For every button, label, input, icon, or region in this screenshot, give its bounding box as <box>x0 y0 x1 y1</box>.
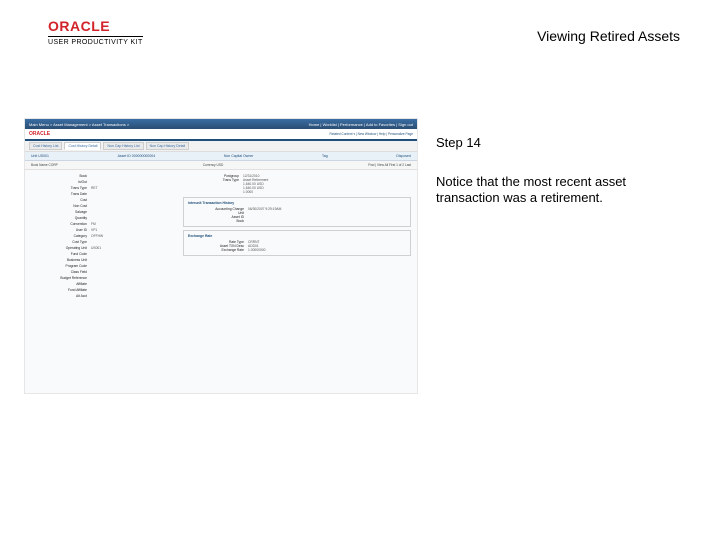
field-row: Convention FM <box>31 222 171 226</box>
field-row: 1.0000 <box>183 190 411 194</box>
field-value: VP1 <box>91 228 97 232</box>
interunit-panel: Interunit Transaction History Accounting… <box>183 197 411 227</box>
book-name: Book Name CORP <box>31 163 58 167</box>
book-bar: Book Name CORP Currency USD Find | View … <box>25 161 417 170</box>
field-label: Quantity <box>31 216 87 220</box>
field-label: Trans Type <box>183 178 239 182</box>
step-label: Step 14 <box>436 135 481 150</box>
left-field-column: Book In/Out Trans Type RET Trans Date Cost Non… <box>25 170 177 392</box>
field-row: Fund Affiliate <box>31 288 171 292</box>
field-label: Cost Type <box>31 240 87 244</box>
field-label: Salvage <box>31 210 87 214</box>
field-label: Trans Type <box>31 186 87 190</box>
asset-id-field: Asset ID 000000000004 <box>118 154 156 158</box>
field-row: Program Code <box>31 264 171 268</box>
field-row: Exchange Rate 1.00000000 <box>188 248 406 252</box>
topbar-links: Home | Worklist | Performance | Add to F… <box>309 122 413 127</box>
field-label: Operating Unit <box>31 246 87 250</box>
field-label: User ID <box>31 228 87 232</box>
field-label: Convention <box>31 222 87 226</box>
field-label: In/Out <box>31 180 87 184</box>
instruction-text: Notice that the most recent asset transa… <box>436 174 676 207</box>
breadcrumb-path: Main Menu > Asset Management > Asset Tra… <box>29 122 129 127</box>
field-row: Trans Date <box>31 192 171 196</box>
field-value: 1.0000 <box>243 190 253 194</box>
field-label: Fund Affiliate <box>31 288 87 292</box>
field-label: Cost <box>31 198 87 202</box>
tab-non-cap-history-detail[interactable]: Non Cap History Detail <box>146 142 190 150</box>
field-row: User ID VP1 <box>31 228 171 232</box>
asset-summary-bar: Unit US001 Asset ID 000000000004 Non Cap… <box>25 152 417 161</box>
field-label: Business Unit <box>31 258 87 262</box>
field-row: Business Unit <box>31 258 171 262</box>
oracle-logo: ORACLE <box>48 18 143 34</box>
field-row: In/Out <box>31 180 171 184</box>
field-row: Affiliate <box>31 282 171 286</box>
field-value: RET <box>91 186 98 190</box>
field-label: Class Field <box>31 270 87 274</box>
tag-label: Tag <box>322 154 328 158</box>
tab-cost-history-list[interactable]: Cost History List <box>29 142 62 150</box>
field-label: Category <box>31 234 87 238</box>
field-row: Cost <box>31 198 171 202</box>
field-row: Book <box>188 219 406 223</box>
field-row: Quantity <box>31 216 171 220</box>
field-label: Book <box>188 219 244 223</box>
pager[interactable]: Find | View All First 1 of 2 Last <box>368 163 411 167</box>
brand-subline: USER PRODUCTIVITY KIT <box>48 36 143 46</box>
field-row: Budget Reference <box>31 276 171 280</box>
brand-block: ORACLE USER PRODUCTIVITY KIT <box>48 18 143 46</box>
right-column: Postgroup12/31/2010Trans TypeAsset Retir… <box>177 170 417 392</box>
field-label: Affiliate <box>31 282 87 286</box>
header-links: Related Content ▾ | New Window | Help | … <box>330 132 413 136</box>
field-row: Trans Type RET <box>31 186 171 190</box>
app-header: ORACLE Related Content ▾ | New Window | … <box>25 129 417 141</box>
page-title: Viewing Retired Assets <box>537 28 680 44</box>
field-row: Operating Unit US001 <box>31 246 171 250</box>
currency: Currency USD <box>203 163 224 167</box>
field-row: Alt Acct <box>31 294 171 298</box>
panel-title: Interunit Transaction History <box>188 201 406 205</box>
field-value: 06/30/2007 9:29:19AM <box>248 207 281 211</box>
field-row: Category OFFHW <box>31 234 171 238</box>
field-label: Exchange Rate <box>188 248 244 252</box>
exchange-rate-panel: Exchange Rate Rate TypeCRRNTAsset TXN De… <box>183 230 411 256</box>
field-row: Fund Code <box>31 252 171 256</box>
field-label: Program Code <box>31 264 87 268</box>
field-value: FM <box>91 222 96 226</box>
field-row: Book <box>31 174 171 178</box>
unit-field: Unit US001 <box>31 154 49 158</box>
page: ORACLE USER PRODUCTIVITY KIT Viewing Ret… <box>0 0 720 540</box>
field-label: Alt Acct <box>31 294 87 298</box>
field-label: Trans Date <box>31 192 87 196</box>
field-label: Non Cost <box>31 204 87 208</box>
field-value: OFFHW <box>91 234 103 238</box>
field-label: Budget Reference <box>31 276 87 280</box>
tab-cost-history-detail[interactable]: Cost History Detail <box>64 142 101 150</box>
field-row: Non Cost <box>31 204 171 208</box>
app-body: Book In/Out Trans Type RET Trans Date Cost Non… <box>25 170 417 392</box>
app-screenshot: Main Menu > Asset Management > Asset Tra… <box>24 118 418 394</box>
field-value: 1.00000000 <box>248 248 265 252</box>
status-value: Disposed <box>396 154 411 158</box>
field-value: US001 <box>91 246 101 250</box>
panel-title: Exchange Rate <box>188 234 406 238</box>
field-row: Salvage <box>31 210 171 214</box>
asset-desc: Non Capital Owner <box>224 154 254 158</box>
field-label: Book <box>31 174 87 178</box>
tab-non-cap-history-list[interactable]: Non Cap History List <box>103 142 143 150</box>
field-row: Cost Type <box>31 240 171 244</box>
app-topbar: Main Menu > Asset Management > Asset Tra… <box>25 119 417 129</box>
mid-values: Postgroup12/31/2010Trans TypeAsset Retir… <box>183 174 411 194</box>
field-label: Fund Code <box>31 252 87 256</box>
field-row: Class Field <box>31 270 171 274</box>
app-oracle-logo: ORACLE <box>29 131 50 137</box>
tab-strip: Cost History List Cost History Detail No… <box>25 141 417 152</box>
